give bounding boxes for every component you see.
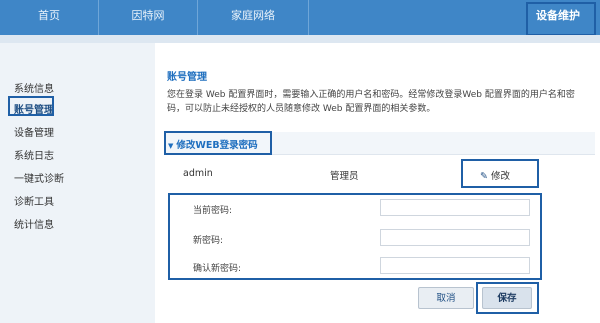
account-role: 管理员 (330, 171, 359, 182)
page-description: 您在登录 Web 配置界面时，需要输入正确的用户名和密码。经常修改登录Web 配… (167, 90, 575, 114)
sidebar-item-system-log[interactable]: 系统日志 (14, 147, 54, 162)
new-password-label: 新密码: (193, 236, 224, 246)
tab-internet[interactable]: 因特网 (99, 0, 198, 35)
sidebar-item-diagnostic-tools[interactable]: 诊断工具 (14, 193, 54, 208)
sidebar-item-device-management[interactable]: 设备管理 (14, 124, 54, 139)
save-button[interactable]: 保存 (482, 287, 532, 309)
header-band (0, 35, 600, 43)
cancel-button[interactable]: 取消 (418, 287, 474, 309)
page-title: 账号管理 (167, 72, 207, 83)
account-username: admin (183, 168, 213, 179)
sidebar-item-account-management[interactable]: 账号管理 (14, 101, 54, 116)
confirm-password-input[interactable] (380, 257, 530, 274)
current-password-label: 当前密码: (193, 206, 233, 216)
tab-home[interactable]: 首页 (0, 0, 99, 35)
pencil-icon: ✎ (480, 171, 488, 182)
confirm-password-label: 确认新密码: (193, 264, 242, 274)
section-label: 修改WEB登录密码 (176, 140, 258, 151)
main-panel (155, 43, 600, 323)
sidebar-item-one-click-diagnosis[interactable]: 一键式诊断 (14, 170, 64, 185)
caret-down-icon: ▼ (168, 142, 174, 150)
new-password-input[interactable] (380, 229, 530, 246)
tab-device-maintenance[interactable]: 设备维护 (516, 0, 600, 35)
top-nav: 首页 因特网 家庭网络 设备维护 (0, 0, 600, 35)
tab-home-network[interactable]: 家庭网络 (198, 0, 309, 35)
sidebar-item-system-info[interactable]: 系统信息 (14, 80, 54, 95)
sidebar-item-statistics[interactable]: 统计信息 (14, 216, 54, 231)
section-toggle[interactable]: ▼ 修改WEB登录密码 (168, 137, 258, 151)
edit-label: 修改 (490, 171, 510, 182)
edit-button[interactable]: ✎ 修改 (480, 168, 510, 182)
current-password-input[interactable] (380, 199, 530, 216)
